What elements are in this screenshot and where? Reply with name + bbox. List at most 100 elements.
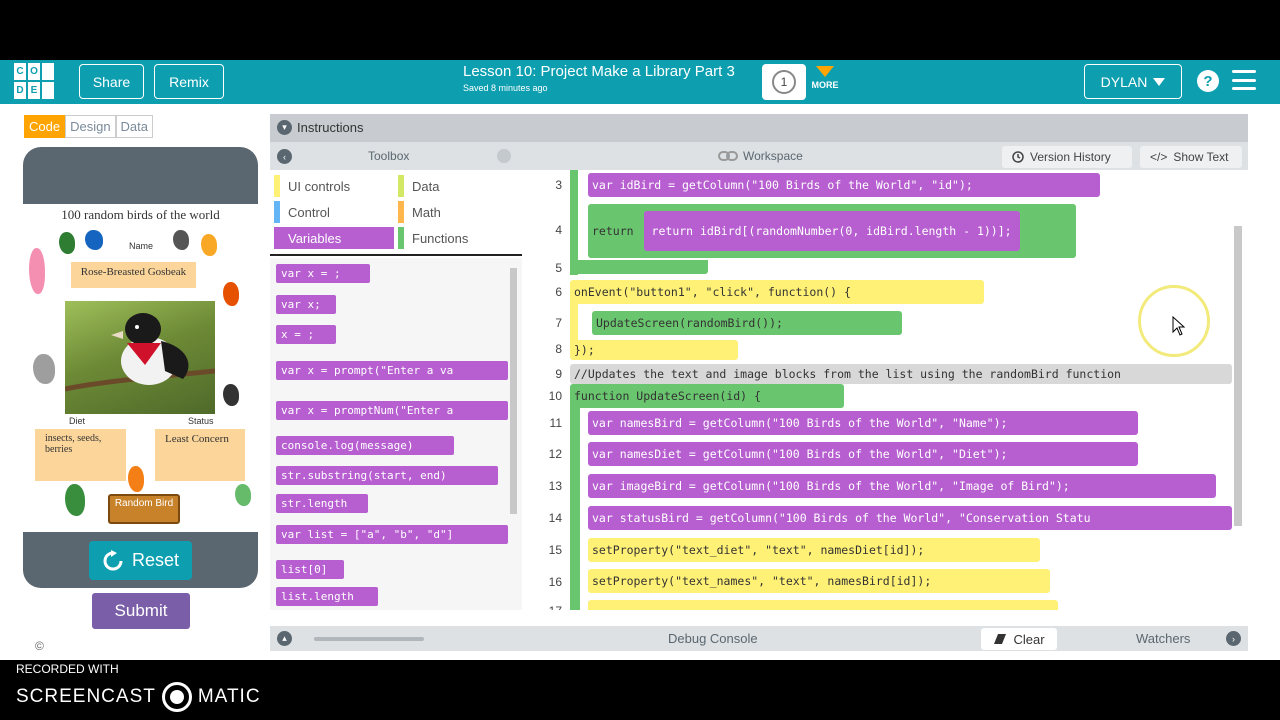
- status-label: Status: [188, 416, 214, 426]
- list-length-block[interactable]: list.length: [276, 587, 378, 606]
- speed-slider[interactable]: [314, 637, 424, 641]
- code-line-3[interactable]: var idBird = getColumn("100 Birds of the…: [588, 173, 1100, 197]
- list-declare-block[interactable]: var list = ["a", "b", "d"]: [276, 525, 508, 544]
- code-line-10[interactable]: function UpdateScreen(id) {: [570, 384, 844, 408]
- category-variables[interactable]: Variables: [274, 227, 394, 249]
- triangle-down-icon: [816, 66, 834, 77]
- tab-data[interactable]: Data: [115, 115, 154, 138]
- name-label: Name: [129, 241, 154, 251]
- collapse-toolbox-icon[interactable]: ‹: [277, 149, 292, 164]
- hamburger-menu-icon[interactable]: [1232, 70, 1256, 90]
- return-keyword: return: [592, 224, 634, 238]
- diet-label: Diet: [69, 416, 86, 426]
- status-text: Least Concern: [155, 429, 245, 481]
- code-line-16[interactable]: setProperty("text_names", "text", namesB…: [588, 569, 1050, 593]
- line-number: 12: [548, 447, 562, 461]
- eraser-icon: [994, 634, 1007, 644]
- line-number: 8: [555, 342, 562, 356]
- show-text-button[interactable]: </> Show Text: [1140, 146, 1242, 168]
- caret-down-icon: [1153, 77, 1166, 86]
- line-number: 9: [555, 367, 562, 381]
- code-line-7[interactable]: UpdateScreen(randomBird());: [592, 311, 902, 335]
- workspace-title: Workspace: [743, 149, 803, 163]
- instructions-title: Instructions: [297, 120, 364, 135]
- bird-name-text: Rose-Breasted Gosbeak: [71, 262, 196, 288]
- help-icon[interactable]: ?: [1197, 70, 1219, 92]
- saved-status: Saved 8 minutes ago: [463, 83, 548, 93]
- list-index-block[interactable]: list[0]: [276, 560, 344, 579]
- code-icon: </>: [1150, 150, 1168, 164]
- promptnum-block[interactable]: var x = promptNum("Enter a: [276, 401, 508, 420]
- bird-illustration: [59, 232, 75, 254]
- line-gutter: 3 4 5 6 7 8 9 10 11 12 13 14 15 16 17: [522, 170, 568, 610]
- expand-debug-icon[interactable]: ▴: [277, 631, 292, 646]
- reset-button[interactable]: Reset: [89, 541, 192, 580]
- app-preview-screen: 100 random birds of the world Name Rose-…: [23, 204, 258, 532]
- line-number: 13: [548, 479, 562, 493]
- tab-code[interactable]: Code: [24, 115, 66, 138]
- assign-block[interactable]: x = ;: [276, 325, 336, 344]
- user-menu-button[interactable]: DYLAN: [1084, 64, 1182, 99]
- instructions-header[interactable]: ▾ Instructions: [270, 114, 1248, 142]
- category-data[interactable]: Data: [398, 175, 516, 197]
- line-number: 4: [555, 223, 562, 237]
- more-label: MORE: [811, 80, 839, 90]
- substring-block[interactable]: str.substring(start, end): [276, 466, 498, 485]
- category-control[interactable]: Control: [274, 201, 394, 223]
- line-number: 7: [555, 316, 562, 330]
- gear-icon[interactable]: [497, 149, 511, 163]
- code-line-17[interactable]: [588, 600, 1058, 610]
- category-math[interactable]: Math: [398, 201, 516, 223]
- code-line-4[interactable]: return return idBird[(randomNumber(0, id…: [588, 204, 1076, 258]
- watchers-expand-icon[interactable]: ›: [1226, 631, 1241, 646]
- share-button[interactable]: Share: [79, 64, 144, 99]
- mode-tabs: Code Design Data: [24, 115, 154, 138]
- code-line-15[interactable]: setProperty("text_diet", "text", namesDi…: [588, 538, 1040, 562]
- collapse-icon[interactable]: ▾: [277, 120, 292, 135]
- copyright-icon[interactable]: ©: [35, 639, 44, 653]
- code-line-11[interactable]: var namesBird = getColumn("100 Birds of …: [588, 411, 1138, 435]
- str-length-block[interactable]: str.length: [276, 494, 368, 513]
- watchers-title[interactable]: Watchers: [1136, 631, 1190, 646]
- code-line-8[interactable]: });: [570, 340, 738, 360]
- console-log-block[interactable]: console.log(message): [276, 436, 454, 455]
- bird-illustration: [85, 230, 103, 250]
- code-line-12[interactable]: var namesDiet = getColumn("100 Birds of …: [588, 442, 1138, 466]
- prompt-block[interactable]: var x = prompt("Enter a va: [276, 361, 508, 380]
- line-number: 10: [548, 389, 562, 403]
- app-title: 100 random birds of the world: [61, 207, 220, 222]
- link-icon: [718, 151, 738, 161]
- var-declare-block[interactable]: var x;: [276, 295, 336, 314]
- tab-design[interactable]: Design: [65, 115, 116, 138]
- more-button[interactable]: MORE: [810, 64, 840, 90]
- bird-illustration: [201, 234, 217, 256]
- workspace-scrollbar[interactable]: [1234, 226, 1242, 526]
- code-org-logo[interactable]: C O D E: [14, 63, 54, 101]
- var-declare-assign-block[interactable]: var x = ;: [276, 264, 370, 283]
- code-workspace[interactable]: 3 4 5 6 7 8 9 10 11 12 13 14 15 16 17 va…: [522, 170, 1248, 610]
- clear-label: Clear: [1013, 631, 1045, 647]
- notification-badge[interactable]: 1: [762, 64, 806, 100]
- code-line-9-comment[interactable]: //Updates the text and image blocks from…: [570, 364, 1232, 384]
- palette-scrollbar[interactable]: [510, 268, 517, 514]
- category-ui-controls[interactable]: UI controls: [274, 175, 394, 197]
- version-history-button[interactable]: Version History: [1002, 146, 1132, 168]
- debug-console-bar: ▴ Debug Console Watchers ›: [270, 626, 1248, 651]
- version-history-label: Version History: [1030, 150, 1111, 164]
- remix-button[interactable]: Remix: [154, 64, 224, 99]
- toolbox-header: ‹ Toolbox: [270, 142, 522, 170]
- random-bird-button[interactable]: Random Bird: [108, 494, 180, 524]
- bird-illustration: [235, 484, 251, 506]
- category-functions[interactable]: Functions: [398, 227, 516, 249]
- clear-button[interactable]: Clear: [981, 628, 1057, 650]
- line-number: 6: [555, 285, 562, 299]
- line-number: 14: [548, 511, 562, 525]
- code-line-13[interactable]: var imageBird = getColumn("100 Birds of …: [588, 474, 1216, 498]
- mouse-pointer-icon: [1172, 316, 1186, 336]
- code-line-4-expression: return idBird[(randomNumber(0, idBird.le…: [643, 211, 1020, 251]
- show-text-label: Show Text: [1173, 150, 1229, 164]
- project-title: Lesson 10: Project Make a Library Part 3: [463, 63, 735, 80]
- submit-button[interactable]: Submit: [92, 593, 190, 629]
- code-line-14[interactable]: var statusBird = getColumn("100 Birds of…: [588, 506, 1232, 530]
- code-line-6[interactable]: onEvent("button1", "click", function() {: [570, 280, 984, 304]
